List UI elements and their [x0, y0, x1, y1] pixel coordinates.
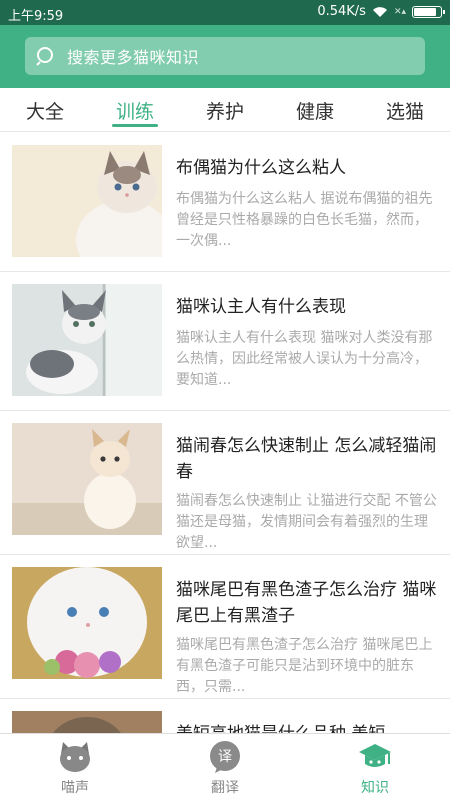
wifi-icon — [372, 6, 387, 17]
status-bar: 上午9:59 0.54K/s ✕▴ — [0, 0, 450, 25]
tab-jiankang[interactable]: 健康 — [270, 88, 360, 131]
battery-icon — [412, 5, 445, 18]
article-title: 美短高地猫是什么品种 美短 — [176, 721, 438, 733]
nav-label: 喵声 — [61, 780, 89, 796]
nav-label: 知识 — [361, 780, 389, 796]
nav-label: 翻译 — [211, 780, 239, 796]
translate-bubble-icon: 译 — [210, 741, 240, 773]
article-summary: 猫闹春怎么快速制止 让猫进行交配 不管公猫还是母猫，发情期间会有着强烈的生理欲望… — [176, 493, 437, 551]
article-thumbnail — [12, 567, 162, 679]
article-item[interactable]: 猫咪尾巴有黑色渣子怎么治疗 猫咪尾巴上有黑渣子 猫咪尾巴有黑色渣子怎么治疗 猫咪… — [0, 555, 450, 699]
tab-xuanmao[interactable]: 选猫 — [360, 88, 450, 131]
article-summary: 布偶猫为什么这么粘人 据说布偶猫的祖先曾经是只性格暴躁的白色长毛猫，然而，一次偶… — [176, 191, 433, 249]
nav-item-zhishi[interactable]: 知识 — [300, 734, 450, 800]
tab-xunlian[interactable]: 训练 — [90, 88, 180, 131]
status-time: 上午9:59 — [8, 9, 64, 24]
article-title: 猫咪认主人有什么表现 — [176, 297, 346, 317]
tab-daquan[interactable]: 大全 — [0, 88, 90, 131]
search-placeholder: 搜索更多猫咪知识 — [67, 48, 200, 67]
tab-yanghu[interactable]: 养护 — [180, 88, 270, 131]
article-item[interactable]: 猫咪认主人有什么表现 猫咪认主人有什么表现 猫咪对人类没有那么热情，因此经常被人… — [0, 272, 450, 411]
article-thumbnail — [12, 711, 162, 733]
no-signal-icon: ✕▴ — [393, 6, 406, 17]
article-list: 布偶猫为什么这么粘人 布偶猫为什么这么粘人 据说布偶猫的祖先曾经是只性格暴躁的白… — [0, 133, 450, 733]
article-thumbnail — [12, 423, 162, 535]
article-item[interactable]: 猫闹春怎么快速制止 怎么减轻猫闹春 猫闹春怎么快速制止 让猫进行交配 不管公猫还… — [0, 411, 450, 555]
search-input[interactable]: 搜索更多猫咪知识 — [25, 37, 425, 75]
article-thumbnail — [12, 284, 162, 396]
article-title: 布偶猫为什么这么粘人 — [176, 158, 346, 178]
article-summary: 猫咪认主人有什么表现 猫咪对人类没有那么热情，因此经常被人误认为十分高冷，要知道… — [176, 330, 433, 388]
header: 搜索更多猫咪知识 — [0, 25, 450, 88]
svg-text:译: 译 — [218, 749, 232, 765]
status-indicators: 0.54K/s ✕▴ — [317, 4, 445, 19]
article-item[interactable]: 布偶猫为什么这么粘人 布偶猫为什么这么粘人 据说布偶猫的祖先曾经是只性格暴躁的白… — [0, 133, 450, 272]
search-icon — [36, 47, 53, 66]
article-item[interactable]: 美短高地猫是什么品种 美短 — [0, 699, 450, 733]
network-speed: 0.54K/s — [317, 4, 366, 19]
cat-face-icon — [60, 742, 90, 772]
bottom-nav: 喵声 译 翻译 知识 — [0, 733, 450, 800]
nav-item-fanyi[interactable]: 译 翻译 — [150, 734, 300, 800]
article-title: 猫咪尾巴有黑色渣子怎么治疗 猫咪尾巴上有黑渣子 — [176, 580, 437, 626]
article-title: 猫闹春怎么快速制止 怎么减轻猫闹春 — [176, 436, 437, 482]
category-tabs: 大全 训练 养护 健康 选猫 — [0, 88, 450, 132]
article-summary: 猫咪尾巴有黑色渣子怎么治疗 猫咪尾巴上有黑色渣子可能只是沾到环境中的脏东西，只需… — [176, 637, 433, 695]
graduation-cap-icon — [359, 744, 391, 767]
article-thumbnail — [12, 145, 162, 257]
nav-item-miaosheng[interactable]: 喵声 — [0, 734, 150, 800]
